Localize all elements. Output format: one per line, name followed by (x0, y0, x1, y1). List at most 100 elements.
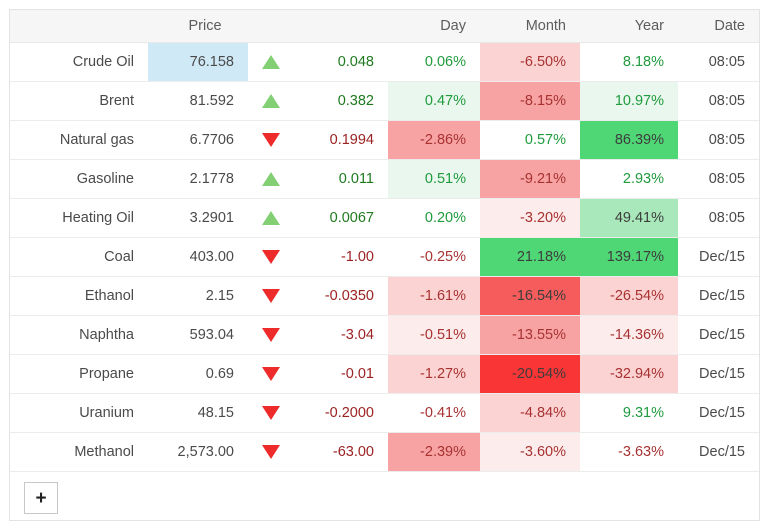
cell-month-percent: -4.84% (480, 393, 580, 433)
cell-commodity-name[interactable]: Ethanol (10, 276, 148, 316)
cell-price: 2.15 (148, 276, 248, 316)
cell-date: 08:05 (678, 159, 759, 199)
table-row[interactable]: Naphtha 593.04 -3.04 -0.51% -13.55% -14.36% De… (10, 315, 759, 355)
cell-month-percent: -3.20% (480, 198, 580, 238)
table-row[interactable]: Propane 0.69 -0.01 -1.27% -20.54% -32.94% Dec/… (10, 354, 759, 394)
triangle-down-icon (262, 367, 280, 381)
cell-direction (248, 393, 294, 433)
cell-commodity-name[interactable]: Coal (10, 237, 148, 277)
table-row[interactable]: Natural gas 6.7706 0.1994 -2.86% 0.57% 86.39%… (10, 120, 759, 160)
cell-price: 48.15 (148, 393, 248, 433)
cell-commodity-name[interactable]: Natural gas (10, 120, 148, 160)
cell-date: Dec/15 (678, 276, 759, 316)
table-header: Price Day Month Year Date (10, 10, 759, 43)
cell-day-percent: -2.39% (388, 432, 480, 472)
cell-year-percent: 86.39% (580, 120, 678, 160)
table-footer: + (10, 472, 759, 520)
cell-day-percent: -0.41% (388, 393, 480, 433)
cell-price: 76.158 (148, 42, 248, 82)
commodity-quotes-table: Price Day Month Year Date Crude Oil 76.15… (10, 10, 759, 472)
cell-change: -0.0350 (294, 276, 388, 316)
cell-date: Dec/15 (678, 393, 759, 433)
cell-day-percent: -1.27% (388, 354, 480, 394)
table-row[interactable]: Coal 403.00 -1.00 -0.25% 21.18% 139.17% Dec/15 (10, 237, 759, 277)
table-row[interactable]: Methanol 2,573.00 -63.00 -2.39% -3.60% -3.63%… (10, 432, 759, 472)
table-row[interactable]: Heating Oil 3.2901 0.0067 0.20% -3.20% 49.41%… (10, 198, 759, 238)
cell-price: 403.00 (148, 237, 248, 277)
triangle-down-icon (262, 250, 280, 264)
cell-year-percent: -3.63% (580, 432, 678, 472)
cell-date: Dec/15 (678, 237, 759, 277)
cell-date: Dec/15 (678, 354, 759, 394)
cell-commodity-name[interactable]: Gasoline (10, 159, 148, 199)
column-header-day[interactable]: Day (388, 10, 480, 43)
cell-month-percent: -16.54% (480, 276, 580, 316)
cell-direction (248, 237, 294, 277)
cell-change: -3.04 (294, 315, 388, 355)
cell-commodity-name[interactable]: Naphtha (10, 315, 148, 355)
cell-month-percent: -9.21% (480, 159, 580, 199)
cell-date: 08:05 (678, 198, 759, 238)
cell-day-percent: 0.47% (388, 81, 480, 121)
cell-commodity-name[interactable]: Brent (10, 81, 148, 121)
cell-year-percent: 2.93% (580, 159, 678, 199)
cell-day-percent: 0.51% (388, 159, 480, 199)
quotes-panel: Price Day Month Year Date Crude Oil 76.15… (9, 9, 760, 521)
table-body: Crude Oil 76.158 0.048 0.06% -6.50% 8.18% 08:0… (10, 42, 759, 472)
column-header-date[interactable]: Date (678, 10, 759, 43)
cell-change: 0.011 (294, 159, 388, 199)
cell-day-percent: 0.20% (388, 198, 480, 238)
cell-change: -1.00 (294, 237, 388, 277)
cell-change: 0.0067 (294, 198, 388, 238)
cell-price: 81.592 (148, 81, 248, 121)
column-header-name[interactable] (10, 10, 148, 43)
cell-commodity-name[interactable]: Uranium (10, 393, 148, 433)
cell-commodity-name[interactable]: Propane (10, 354, 148, 394)
column-header-price[interactable]: Price (148, 10, 248, 43)
cell-month-percent: -8.15% (480, 81, 580, 121)
column-header-change[interactable] (294, 10, 388, 43)
cell-direction (248, 432, 294, 472)
cell-direction (248, 315, 294, 355)
cell-direction (248, 159, 294, 199)
cell-date: 08:05 (678, 120, 759, 160)
triangle-down-icon (262, 445, 280, 459)
table-row[interactable]: Uranium 48.15 -0.2000 -0.41% -4.84% 9.31% Dec/… (10, 393, 759, 433)
cell-commodity-name[interactable]: Methanol (10, 432, 148, 472)
cell-day-percent: 0.06% (388, 42, 480, 82)
add-row-button[interactable]: + (24, 482, 58, 514)
cell-date: Dec/15 (678, 432, 759, 472)
cell-year-percent: 9.31% (580, 393, 678, 433)
column-header-arrow[interactable] (248, 10, 294, 43)
cell-year-percent: 10.97% (580, 81, 678, 121)
cell-day-percent: -1.61% (388, 276, 480, 316)
cell-day-percent: -2.86% (388, 120, 480, 160)
table-header-row: Price Day Month Year Date (10, 10, 759, 43)
triangle-up-icon (262, 94, 280, 108)
table-row[interactable]: Brent 81.592 0.382 0.47% -8.15% 10.97% 08:05 (10, 81, 759, 121)
cell-year-percent: -26.54% (580, 276, 678, 316)
cell-month-percent: 21.18% (480, 237, 580, 277)
column-header-month[interactable]: Month (480, 10, 580, 43)
column-header-year[interactable]: Year (580, 10, 678, 43)
table-row[interactable]: Ethanol 2.15 -0.0350 -1.61% -16.54% -26.54% De… (10, 276, 759, 316)
cell-price: 0.69 (148, 354, 248, 394)
cell-price: 2.1778 (148, 159, 248, 199)
cell-year-percent: 139.17% (580, 237, 678, 277)
cell-date: Dec/15 (678, 315, 759, 355)
triangle-up-icon (262, 55, 280, 69)
cell-change: 0.048 (294, 42, 388, 82)
cell-direction (248, 120, 294, 160)
table-row[interactable]: Gasoline 2.1778 0.011 0.51% -9.21% 2.93% 08:05 (10, 159, 759, 199)
cell-change: -0.2000 (294, 393, 388, 433)
cell-price: 2,573.00 (148, 432, 248, 472)
cell-direction (248, 354, 294, 394)
triangle-up-icon (262, 172, 280, 186)
cell-month-percent: 0.57% (480, 120, 580, 160)
triangle-down-icon (262, 133, 280, 147)
cell-commodity-name[interactable]: Heating Oil (10, 198, 148, 238)
cell-month-percent: -20.54% (480, 354, 580, 394)
table-row[interactable]: Crude Oil 76.158 0.048 0.06% -6.50% 8.18% 08:0… (10, 42, 759, 82)
cell-commodity-name[interactable]: Crude Oil (10, 42, 148, 82)
cell-date: 08:05 (678, 42, 759, 82)
